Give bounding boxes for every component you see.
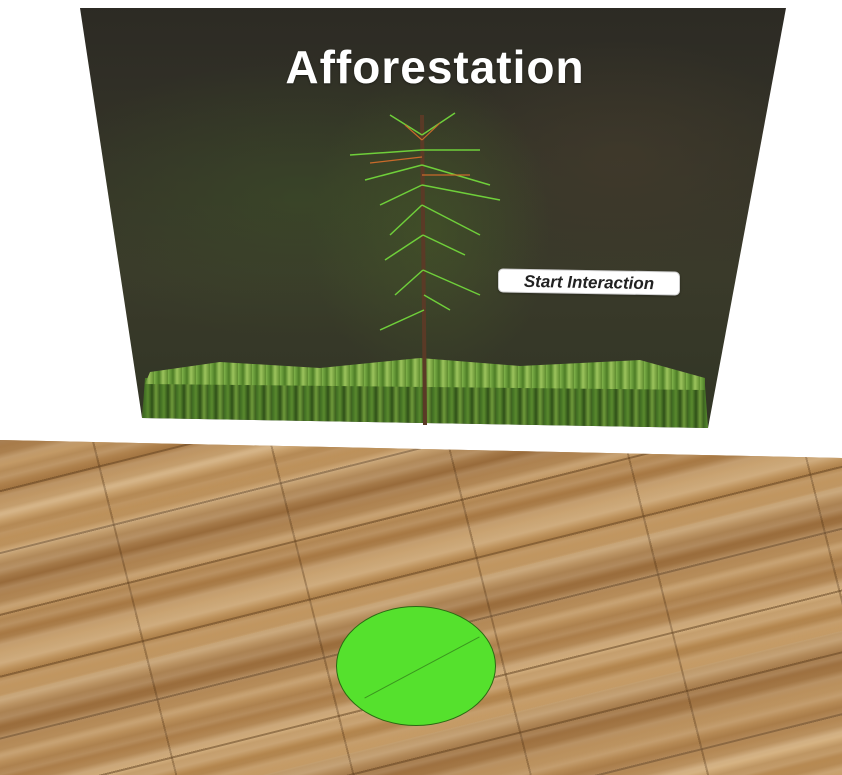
teleport-marker[interactable] <box>336 606 496 726</box>
sapling-icon <box>349 112 501 425</box>
vr-scene: Afforestation Start Interaction <box>0 0 842 775</box>
page-title: Afforestation <box>285 41 585 93</box>
start-interaction-button[interactable]: Start Interaction <box>498 268 680 296</box>
marker-seam <box>364 636 480 699</box>
